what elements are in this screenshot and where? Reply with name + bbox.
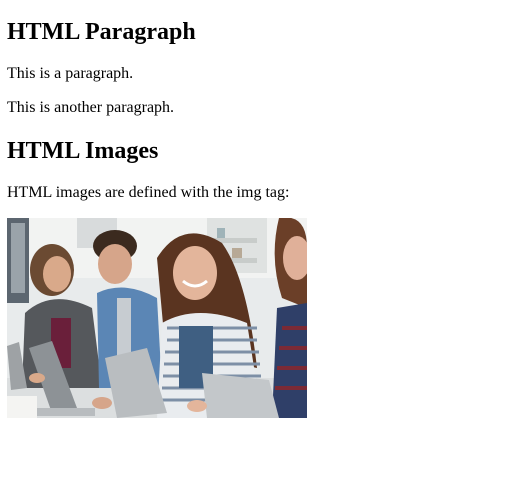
paragraph-images-description: HTML images are defined with the img tag… — [7, 184, 290, 201]
paragraph-1: This is a paragraph. — [7, 65, 134, 82]
paragraph-2: This is another paragraph. — [7, 99, 175, 116]
students-laptops-image — [7, 218, 307, 418]
heading-html-images: HTML Images — [7, 138, 159, 164]
heading-html-paragraph: HTML Paragraph — [7, 19, 196, 45]
students-photo-illustration — [7, 218, 307, 418]
